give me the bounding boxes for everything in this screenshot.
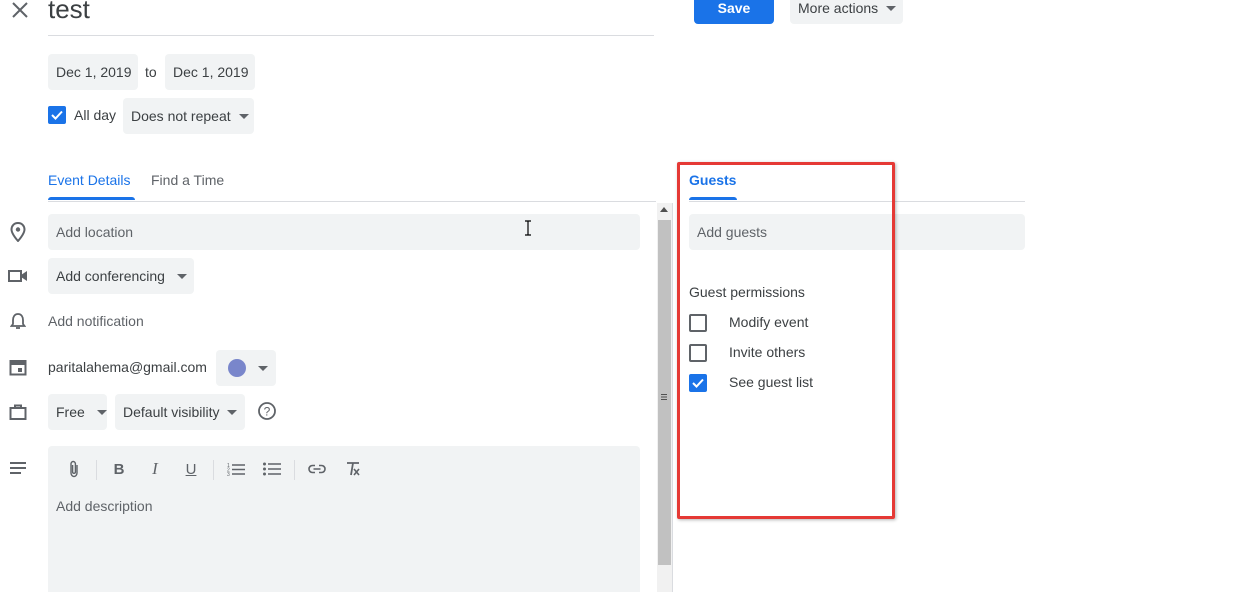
calendar-icon — [6, 355, 30, 379]
location-input[interactable]: Add location — [48, 214, 640, 250]
active-tab-indicator — [689, 197, 737, 200]
active-tab-indicator — [48, 197, 135, 200]
end-date-chip[interactable]: Dec 1, 2019 — [165, 54, 255, 90]
bulleted-list-icon[interactable] — [261, 458, 283, 480]
description-editor[interactable]: B I U 123 Add description — [48, 446, 640, 592]
availability-value: Free — [56, 404, 85, 420]
invite-others-label: Invite others — [729, 344, 806, 360]
chevron-down-icon — [96, 409, 107, 415]
guest-permissions-title: Guest permissions — [689, 284, 805, 300]
close-icon — [12, 2, 28, 18]
scroll-up-arrow-icon[interactable] — [660, 207, 668, 212]
chevron-down-icon — [886, 5, 897, 11]
guests-tabs-divider — [689, 201, 1025, 202]
panel-divider — [672, 203, 673, 592]
chevron-down-icon — [227, 409, 238, 415]
see-guest-list-checkbox[interactable] — [689, 374, 707, 392]
location-pin-icon — [6, 220, 30, 244]
modify-event-checkbox[interactable] — [689, 314, 707, 332]
title-underline — [48, 35, 654, 36]
availability-dropdown[interactable]: Free — [48, 394, 107, 430]
invite-others-checkbox[interactable] — [689, 344, 707, 362]
description-placeholder: Add description — [56, 498, 153, 514]
numbered-list-icon[interactable]: 123 — [225, 458, 247, 480]
video-camera-icon — [6, 264, 30, 288]
close-button[interactable] — [6, 0, 34, 24]
calendar-email: paritalahema@gmail.com — [48, 359, 207, 375]
more-actions-label: More actions — [798, 0, 879, 16]
add-guests-input[interactable]: Add guests — [689, 214, 1025, 250]
repeat-dropdown[interactable]: Does not repeat — [123, 98, 254, 134]
chevron-down-icon — [258, 365, 268, 371]
tab-find-a-time[interactable]: Find a Time — [151, 172, 224, 188]
toolbar-separator — [213, 460, 214, 480]
add-conferencing-dropdown[interactable]: Add conferencing — [48, 258, 194, 294]
tab-guests[interactable]: Guests — [689, 172, 736, 188]
svg-text:?: ? — [264, 405, 271, 419]
help-icon[interactable]: ? — [257, 401, 277, 421]
bell-icon — [6, 309, 30, 333]
bold-icon[interactable]: B — [108, 458, 130, 480]
save-button[interactable]: Save — [694, 0, 774, 24]
check-icon — [692, 378, 704, 388]
modify-event-label: Modify event — [729, 314, 809, 330]
text-cursor-icon — [524, 220, 532, 239]
date-to-label: to — [145, 64, 157, 80]
chevron-down-icon — [238, 113, 249, 119]
link-icon[interactable] — [306, 458, 328, 480]
event-title-input[interactable]: test — [48, 0, 90, 25]
tabs-divider — [48, 201, 656, 202]
conferencing-label: Add conferencing — [56, 268, 165, 284]
scrollbar-grip-icon — [660, 388, 668, 400]
start-date-chip[interactable]: Dec 1, 2019 — [48, 54, 138, 90]
svg-text:3: 3 — [227, 472, 230, 476]
all-day-checkbox[interactable] — [48, 106, 66, 124]
add-notification-link[interactable]: Add notification — [48, 313, 144, 329]
toolbar-separator — [294, 460, 295, 480]
italic-icon[interactable]: I — [144, 458, 166, 480]
calendar-color-dropdown[interactable] — [216, 350, 276, 386]
remove-formatting-icon[interactable] — [342, 458, 364, 480]
toolbar-separator — [96, 460, 97, 480]
description-lines-icon — [6, 456, 30, 480]
more-actions-button[interactable]: More actions — [790, 0, 903, 24]
color-swatch — [228, 359, 246, 377]
check-icon — [51, 110, 63, 120]
tab-event-details[interactable]: Event Details — [48, 172, 130, 188]
visibility-dropdown[interactable]: Default visibility — [115, 394, 245, 430]
repeat-value: Does not repeat — [131, 108, 231, 124]
visibility-value: Default visibility — [123, 404, 220, 420]
all-day-label: All day — [74, 107, 117, 123]
attachment-icon[interactable] — [63, 458, 85, 480]
chevron-down-icon — [176, 273, 187, 279]
underline-icon[interactable]: U — [180, 458, 202, 480]
briefcase-icon — [6, 400, 30, 424]
see-guest-list-label: See guest list — [729, 374, 814, 390]
